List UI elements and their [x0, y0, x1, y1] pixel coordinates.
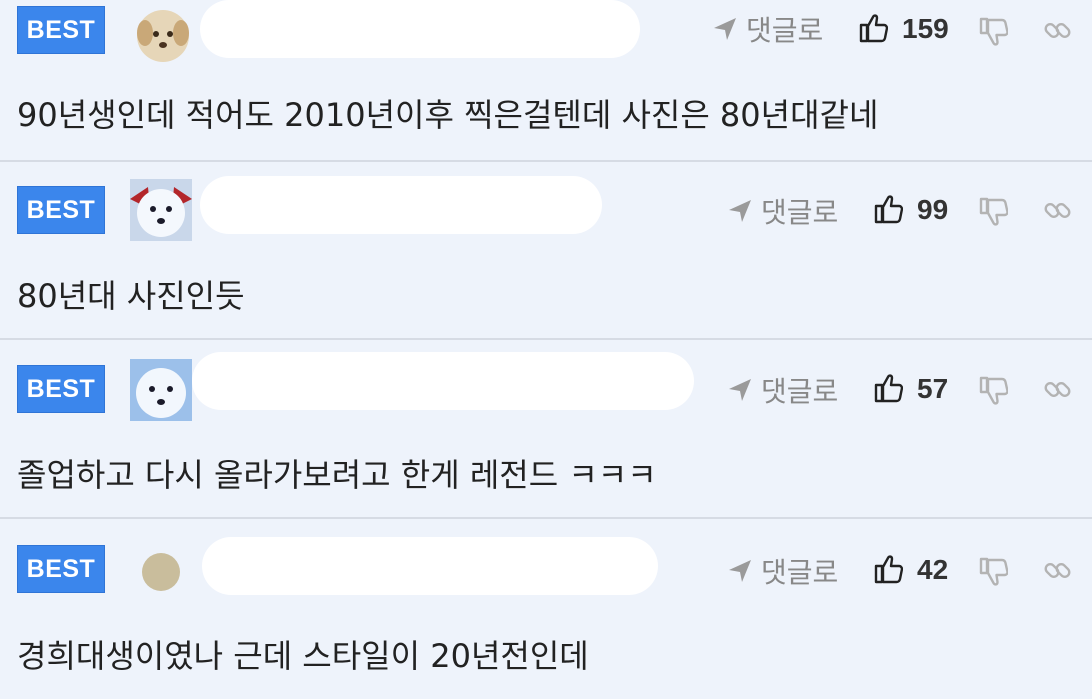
best-badge: BEST — [17, 365, 105, 413]
comment-item: BEST 댓글로 99 80년대 사진인듯 — [0, 162, 1092, 340]
dislike-button[interactable] — [975, 553, 1011, 589]
link-icon — [1043, 380, 1073, 399]
best-badge: BEST — [17, 186, 105, 234]
comment-text: 80년대 사진인듯 — [17, 277, 245, 315]
reply-arrow-icon — [729, 200, 751, 222]
comment-item: BEST 댓글로 159 90년생인데 적어도 2010년이후 찍은걸텐데 사진… — [0, 0, 1092, 162]
reply-label: 댓글로 — [761, 375, 839, 408]
comment-item: BEST 댓글로 42 경희대생이였나 근데 스타일이 20년전인데 — [0, 521, 1092, 699]
reply-label: 댓글로 — [746, 14, 824, 47]
reply-button[interactable]: 댓글로 — [727, 370, 838, 410]
comment-item: BEST 댓글로 57 졸업하고 다시 올라가보려고 한게 레전드 ㅋㅋㅋ — [0, 341, 1092, 519]
dislike-button[interactable] — [975, 193, 1011, 229]
reply-button[interactable]: 댓글로 — [712, 9, 823, 49]
thumbs-up-icon — [874, 374, 903, 403]
comment-text: 경희대생이였나 근데 스타일이 20년전인데 — [17, 637, 589, 675]
best-comment-list: BEST 댓글로 159 90년생인데 적어도 2010년이후 찍은걸텐데 사진… — [0, 0, 1092, 689]
thumbs-down-icon — [979, 376, 1008, 405]
reply-arrow-icon — [714, 18, 736, 40]
like-count: 159 — [902, 13, 949, 44]
link-icon — [1043, 561, 1073, 580]
reply-arrow-icon — [729, 560, 751, 582]
nickname-redacted — [200, 0, 640, 58]
thumbs-down-icon — [979, 17, 1008, 46]
link-icon — [1043, 21, 1073, 40]
thumbs-down-icon — [979, 557, 1008, 586]
nickname-redacted — [200, 176, 602, 234]
thumbs-down-icon — [979, 197, 1008, 226]
best-badge: BEST — [17, 6, 105, 54]
like-count: 57 — [917, 373, 949, 404]
reply-button[interactable]: 댓글로 — [727, 191, 838, 231]
like-button[interactable]: 57 — [873, 372, 948, 406]
like-count: 99 — [917, 194, 949, 225]
thumbs-up-icon — [874, 195, 903, 224]
like-button[interactable]: 42 — [873, 553, 948, 587]
share-link-button[interactable] — [1040, 13, 1076, 49]
default-avatar-icon[interactable] — [140, 551, 182, 593]
white-dog-avatar-icon[interactable] — [130, 179, 192, 241]
share-link-button[interactable] — [1040, 193, 1076, 229]
share-link-button[interactable] — [1040, 553, 1076, 589]
best-badge: BEST — [17, 545, 105, 593]
dislike-button[interactable] — [975, 372, 1011, 408]
like-button[interactable]: 159 — [858, 12, 949, 46]
link-icon — [1043, 201, 1073, 220]
thumbs-up-icon — [874, 555, 903, 584]
reply-button[interactable]: 댓글로 — [727, 551, 838, 591]
reply-arrow-icon — [729, 379, 751, 401]
nickname-redacted — [192, 352, 694, 410]
thumbs-up-icon — [859, 14, 888, 43]
like-button[interactable]: 99 — [873, 193, 948, 227]
reply-label: 댓글로 — [761, 196, 839, 229]
share-link-button[interactable] — [1040, 372, 1076, 408]
comment-text: 졸업하고 다시 올라가보려고 한게 레전드 ㅋㅋㅋ — [17, 456, 657, 494]
white-dog-avatar-icon[interactable] — [130, 359, 192, 421]
dislike-button[interactable] — [975, 13, 1011, 49]
comment-text: 90년생인데 적어도 2010년이후 찍은걸텐데 사진은 80년대같네 — [17, 96, 879, 134]
like-count: 42 — [917, 554, 949, 585]
puppy-avatar-icon[interactable] — [132, 3, 194, 65]
nickname-redacted — [202, 537, 658, 595]
reply-label: 댓글로 — [761, 556, 839, 589]
